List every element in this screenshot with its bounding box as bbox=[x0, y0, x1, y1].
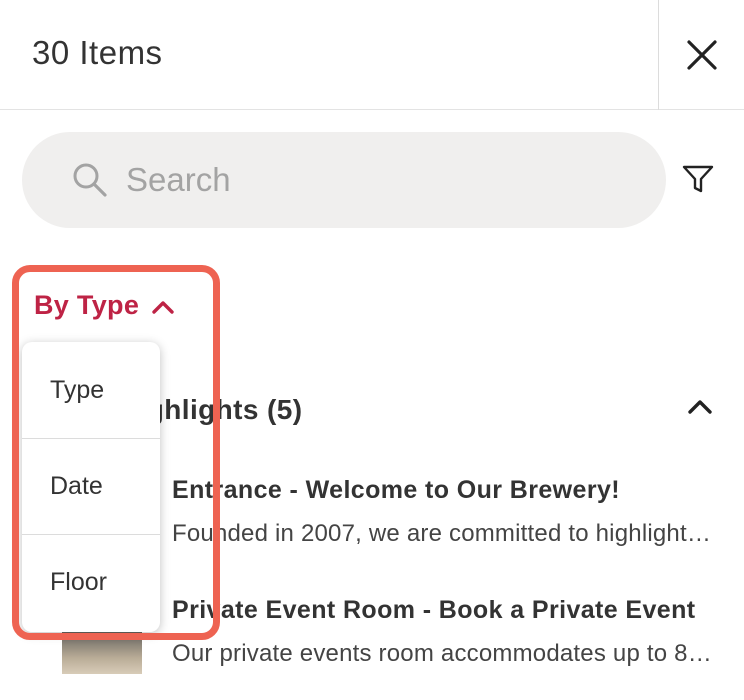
close-icon bbox=[686, 40, 717, 70]
item-title: Entrance - Welcome to Our Brewery! bbox=[172, 476, 620, 504]
search-bar[interactable] bbox=[22, 132, 666, 228]
sort-dropdown-menu: Type Date Floor bbox=[22, 342, 160, 632]
search-icon bbox=[73, 163, 107, 197]
sort-option-floor[interactable]: Floor bbox=[22, 534, 160, 630]
chevron-up-icon[interactable] bbox=[686, 396, 714, 416]
filter-icon[interactable] bbox=[682, 164, 714, 194]
item-description: Founded in 2007, we are committed to hig… bbox=[172, 520, 712, 547]
sort-option-date[interactable]: Date bbox=[22, 438, 160, 534]
close-button[interactable] bbox=[658, 0, 744, 110]
sort-by-toggle[interactable]: By Type bbox=[34, 290, 175, 321]
sort-by-label: By Type bbox=[34, 290, 140, 320]
sort-option-type[interactable]: Type bbox=[22, 342, 160, 438]
item-description: Our private events room accommodates up … bbox=[172, 640, 712, 667]
item-count-title: 30 Items bbox=[32, 34, 163, 71]
panel-header: 30 Items bbox=[0, 0, 744, 110]
chevron-up-icon bbox=[152, 300, 174, 314]
item-title: Private Event Room - Book a Private Even… bbox=[172, 596, 696, 624]
search-input[interactable] bbox=[126, 154, 646, 206]
